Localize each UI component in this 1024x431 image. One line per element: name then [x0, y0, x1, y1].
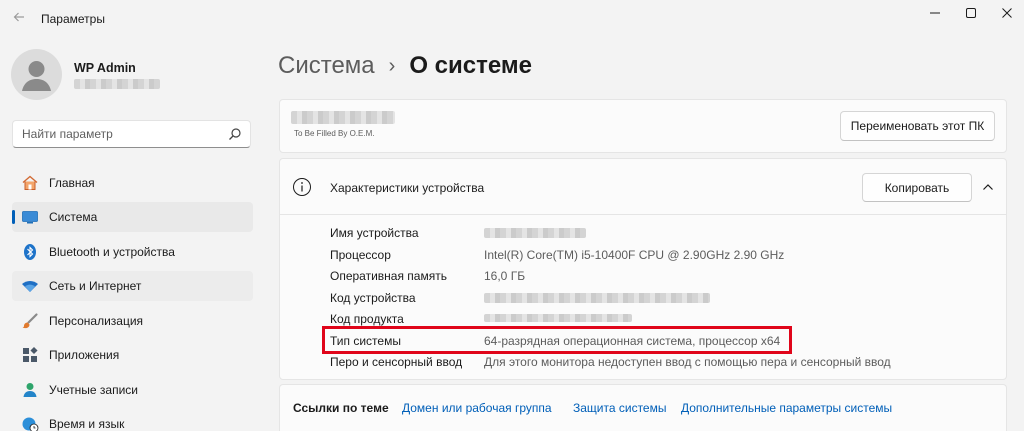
spec-label-ram: Оперативная память — [330, 269, 447, 283]
rename-pc-button[interactable]: Переименовать этот ПК — [840, 111, 995, 141]
search-field[interactable]: Найти параметр — [12, 120, 251, 148]
spec-value-processor: Intel(R) Core(TM) i5-10400F CPU @ 2.90GH… — [484, 248, 785, 262]
highlight-annotation — [322, 326, 792, 354]
system-icon — [22, 211, 38, 224]
sidebar-item-label: Персонализация — [49, 314, 144, 328]
spec-label-device-id: Код устройства — [330, 291, 416, 305]
related-links-title: Ссылки по теме — [293, 401, 389, 415]
spec-value-pen-touch: Для этого монитора недоступен ввод с пом… — [484, 355, 891, 369]
sidebar-item-home[interactable]: Главная — [12, 168, 253, 198]
spec-value-ram: 16,0 ГБ — [484, 269, 526, 283]
sidebar-item-system[interactable]: Система — [12, 202, 253, 232]
sidebar-item-label: Время и язык — [49, 417, 125, 431]
title-bar: Параметры — [0, 0, 1024, 38]
link-system-protection[interactable]: Защита системы — [573, 401, 666, 415]
user-email-redacted — [74, 79, 160, 89]
page-title: О системе — [409, 52, 532, 79]
home-icon — [22, 175, 38, 190]
bluetooth-icon — [24, 244, 36, 260]
breadcrumb-parent[interactable]: Система — [278, 52, 375, 80]
link-domain-workgroup[interactable]: Домен или рабочая группа — [402, 401, 552, 415]
sidebar-item-time-language[interactable]: Время и язык — [12, 409, 253, 431]
specs-title: Характеристики устройства — [330, 181, 485, 195]
globe-clock-icon — [22, 417, 39, 431]
spec-value-device-id-redacted — [484, 293, 710, 303]
wifi-icon — [22, 281, 38, 292]
arrow-left-icon — [13, 12, 24, 22]
close-button[interactable] — [990, 3, 1024, 23]
minimize-button[interactable] — [918, 3, 952, 23]
minimize-icon — [930, 12, 940, 14]
chevron-up-icon[interactable] — [981, 180, 995, 194]
spec-label-device-name: Имя устройства — [330, 226, 419, 240]
spec-label-product-id: Код продукта — [330, 312, 404, 326]
sidebar-item-label: Bluetooth и устройства — [49, 245, 175, 259]
sidebar-item-label: Главная — [49, 176, 95, 190]
divider — [279, 214, 1007, 215]
sidebar-item-label: Сеть и Интернет — [49, 279, 142, 293]
app-title: Параметры — [41, 12, 105, 26]
search-icon[interactable] — [228, 127, 242, 141]
sidebar-item-label: Приложения — [49, 348, 120, 362]
pc-name-redacted — [291, 111, 395, 124]
breadcrumb: Система › О системе — [278, 50, 532, 82]
maximize-button[interactable] — [954, 3, 988, 23]
link-advanced-system-settings[interactable]: Дополнительные параметры системы — [681, 401, 892, 415]
search-input[interactable]: Найти параметр — [22, 127, 113, 141]
sidebar-item-accounts[interactable]: Учетные записи — [12, 375, 253, 405]
account-icon — [23, 383, 37, 397]
avatar[interactable] — [11, 49, 62, 100]
active-indicator — [12, 210, 15, 224]
chevron-right-icon: › — [388, 54, 396, 77]
sidebar-item-bluetooth[interactable]: Bluetooth и устройства — [12, 237, 253, 267]
spec-value-product-id-redacted — [484, 314, 632, 322]
copy-button[interactable]: Копировать — [862, 173, 972, 202]
sidebar-item-personalization[interactable]: Персонализация — [12, 306, 253, 336]
pc-model: To Be Filled By O.E.M. — [294, 129, 375, 138]
spec-value-device-name-redacted — [484, 228, 586, 238]
spec-label-processor: Процессор — [330, 248, 391, 262]
maximize-icon — [966, 8, 976, 18]
user-name: WP Admin — [74, 61, 136, 75]
user-icon — [22, 61, 51, 91]
sidebar-item-label: Учетные записи — [49, 383, 138, 397]
spec-label-pen-touch: Перо и сенсорный ввод — [330, 355, 463, 369]
sidebar-item-network[interactable]: Сеть и Интернет — [12, 271, 253, 301]
sidebar-item-apps[interactable]: Приложения — [12, 340, 253, 370]
back-button[interactable] — [8, 9, 30, 29]
info-icon — [293, 178, 311, 196]
brush-icon — [22, 313, 38, 329]
apps-icon — [23, 346, 38, 362]
close-icon — [1002, 8, 1012, 18]
sidebar-item-label: Система — [49, 210, 98, 224]
